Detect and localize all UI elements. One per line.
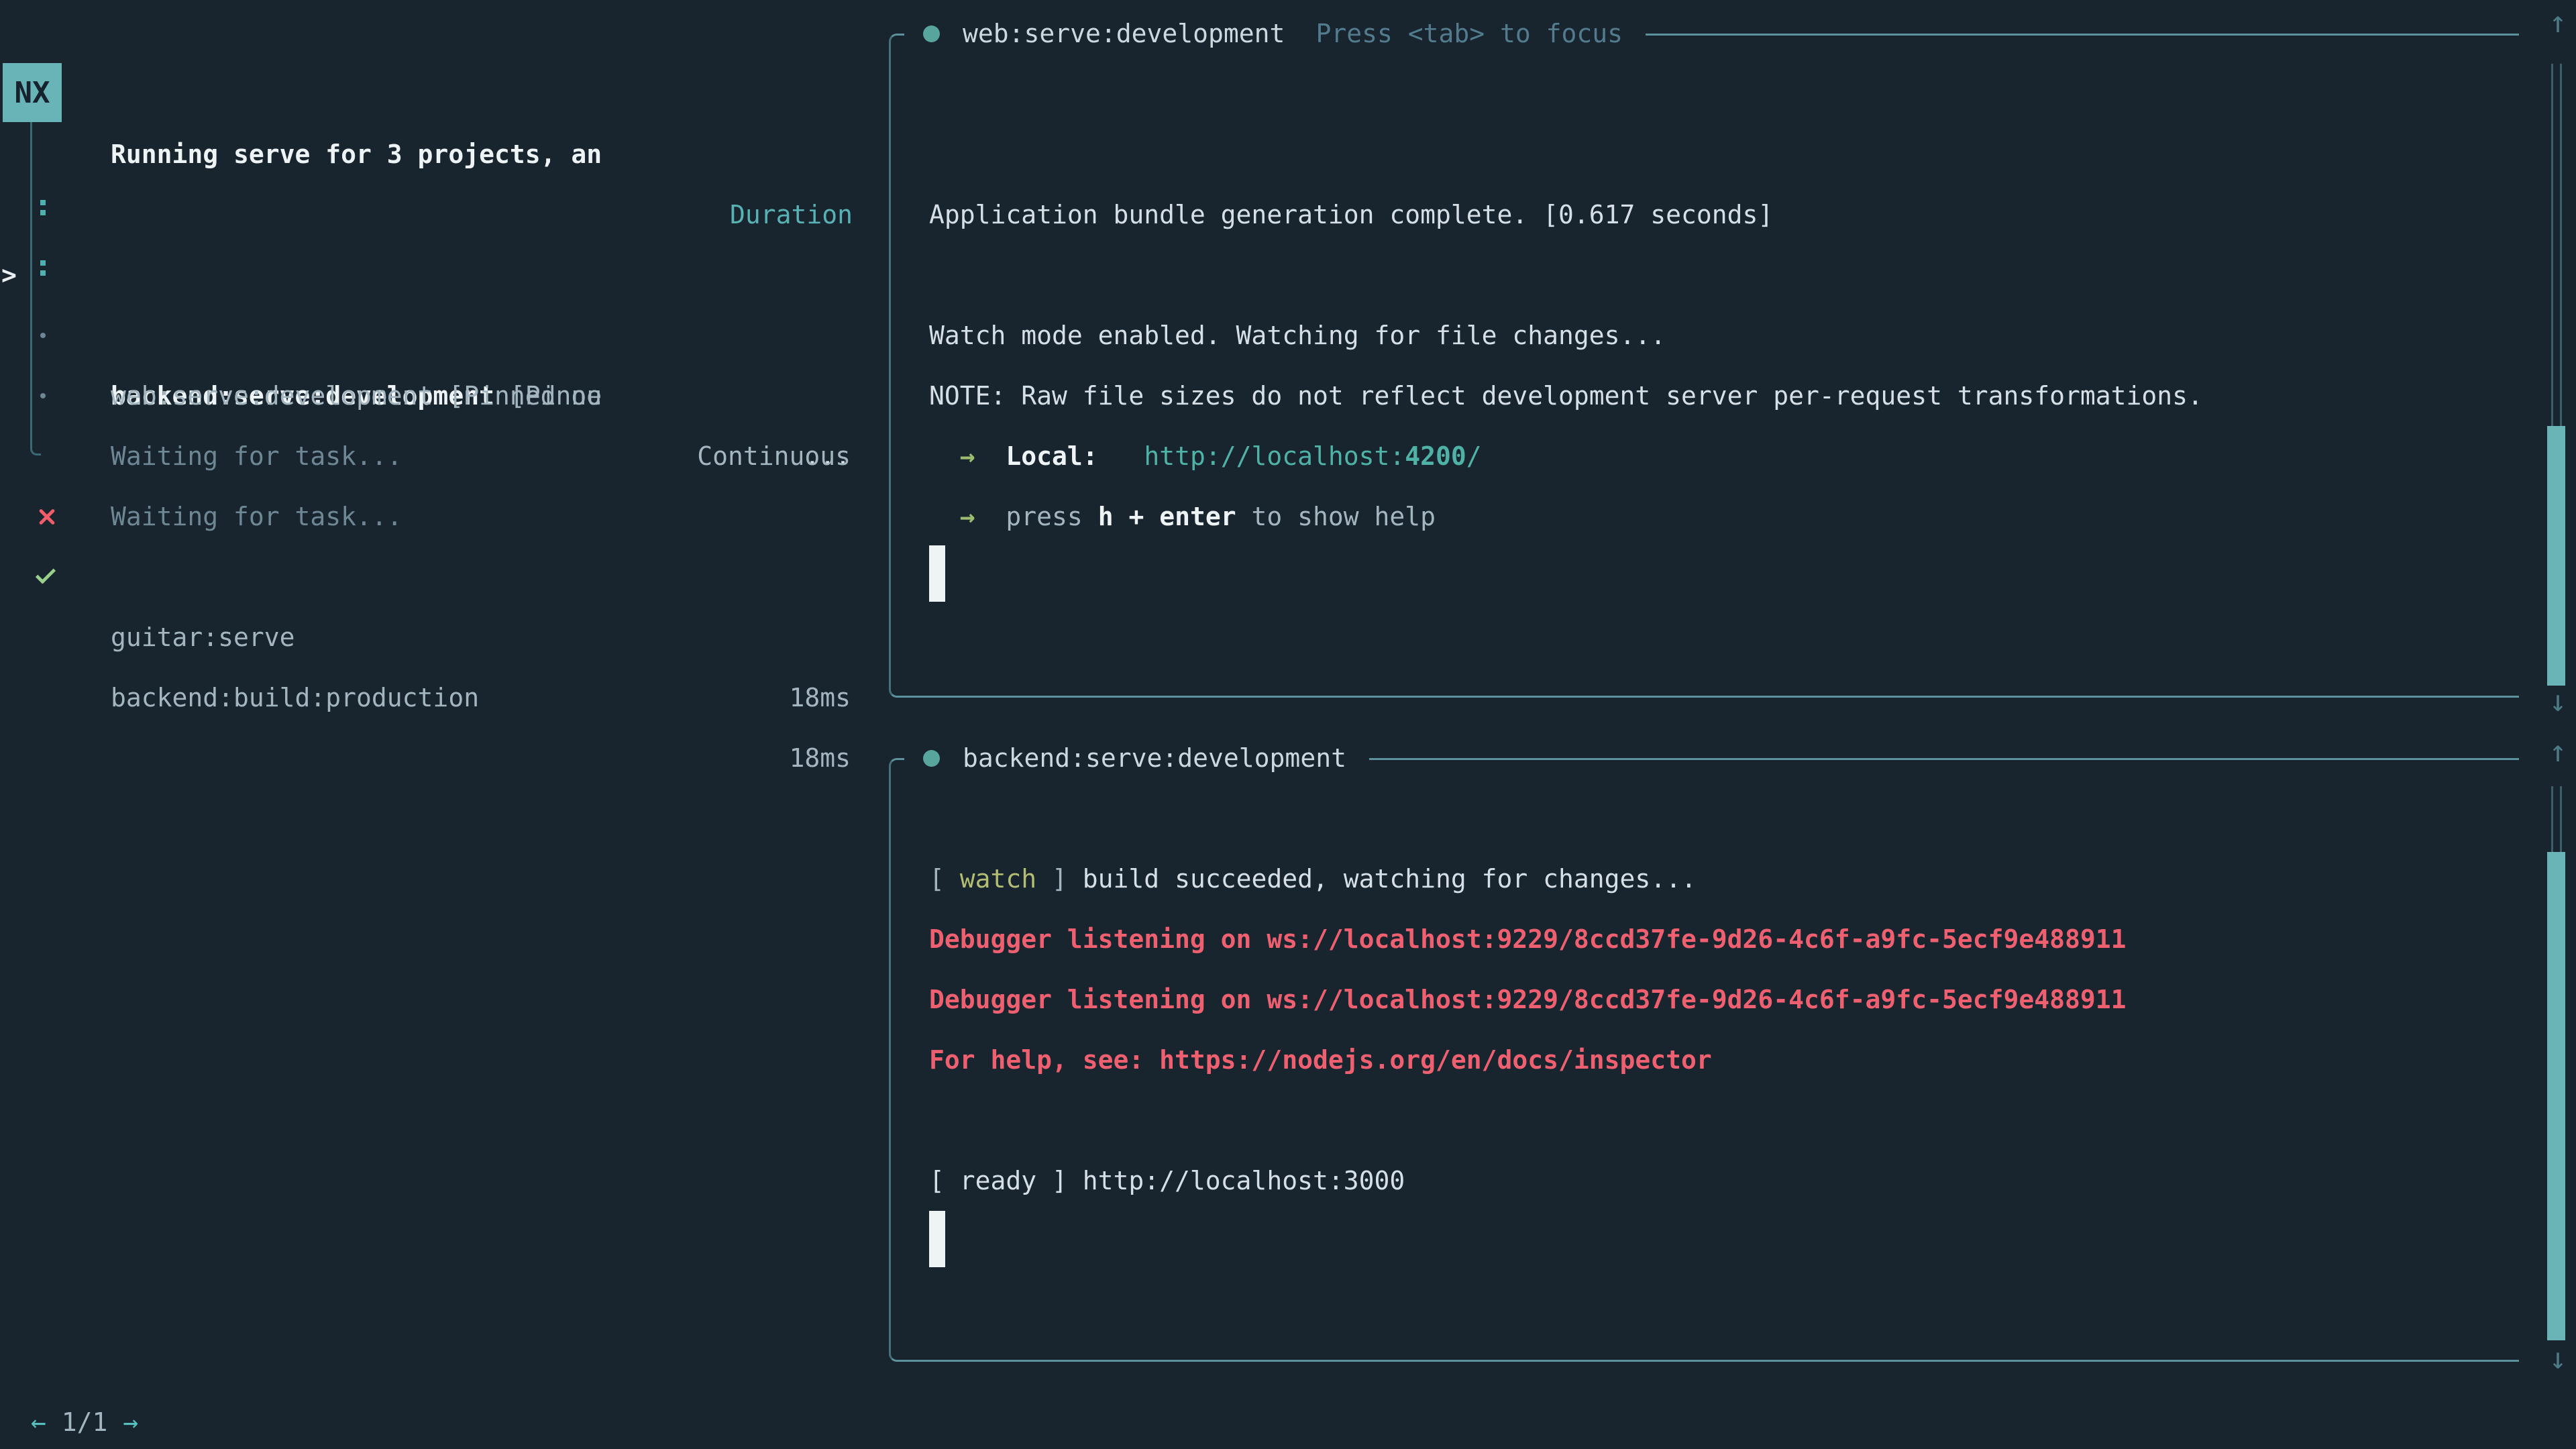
terminal-cursor (929, 1211, 945, 1267)
spinner-icon (40, 260, 46, 266)
terminal-pane-backend-serve[interactable]: backend:serve:development [ watch ] buil… (889, 758, 2519, 1362)
gap (1098, 441, 1144, 471)
indent (975, 441, 1006, 471)
task-duration-value: 18ms (789, 728, 851, 788)
failed-cross-icon (37, 506, 57, 527)
terminal-cursor (929, 545, 945, 602)
indent (929, 441, 960, 471)
terminal-line: Watch mode enabled. Watching for file ch… (929, 305, 2519, 366)
scroll-up-icon[interactable]: ↑ (2541, 735, 2575, 769)
sidebar-footer: ← 1/1 → quit: q help: ? (0, 1332, 892, 1392)
scrollbar-track[interactable] (2551, 786, 2562, 852)
pane-title: web:serve:development (963, 3, 1285, 64)
sidebar-title: Running serve for 3 projects, an (111, 124, 602, 184)
terminal-line-help: → press h + enter to show help (929, 486, 2519, 547)
bracket: ] (1036, 864, 1067, 894)
task-row-web-serve[interactable]: web:serve:development [Pinned ou Continu… (0, 245, 892, 305)
note-text: NOTE: Raw file sizes do not reflect deve… (929, 381, 2203, 411)
scroll-down-icon[interactable]: ↓ (2541, 684, 2575, 718)
terminal-line-local: → Local: http://localhost:4200/ (929, 426, 2519, 486)
pane-title-bar: backend:serve:development (904, 728, 1369, 788)
focus-hint: Press <tab> to focus (1316, 3, 1623, 64)
arrow-right-icon: → (960, 441, 975, 471)
sidebar-header: Running serve for 3 projects, an Duratio… (0, 64, 892, 124)
spacer (107, 1407, 123, 1437)
arrow-right-icon: → (960, 502, 975, 531)
pane-title-bar: web:serve:development Press <tab> to foc… (904, 3, 1646, 64)
inspector-help-text: For help, see: https://nodejs.org/en/doc… (929, 1045, 1712, 1075)
running-dot-icon (923, 750, 940, 767)
task-row-backend-serve[interactable]: > backend:serve:development [Pinne ... (0, 184, 892, 245)
terminal-line-debugger: Debugger listening on ws://localhost:922… (929, 969, 2519, 1030)
task-sidebar: NX Running serve for 3 projects, an Dura… (0, 0, 892, 1449)
task-row-waiting-2[interactable]: Waiting for task... (0, 366, 892, 426)
build-succeeded-text: build succeeded, watching for changes... (1067, 864, 1697, 894)
task-name: backend:build:production (111, 667, 479, 728)
terminal-line: NOTE: Raw file sizes do not reflect deve… (929, 366, 2519, 426)
page-indicator (46, 1407, 62, 1437)
help-suffix: to show help (1236, 502, 1436, 531)
waiting-dot-icon (40, 333, 46, 338)
task-status-value: Continuous (697, 426, 851, 486)
terminal-line-watch: [ watch ] build succeeded, watching for … (929, 849, 2519, 909)
task-name: guitar:serve (111, 607, 295, 667)
localhost-4200-link[interactable]: http://localhost: (1144, 441, 1405, 471)
localhost-4200-port[interactable]: 4200 (1405, 441, 1466, 471)
task-name: Waiting for task... (111, 426, 402, 486)
debugger-listening-text: Debugger listening on ws://localhost:922… (929, 924, 2126, 954)
pane-title: backend:serve:development (963, 728, 1346, 788)
task-row-guitar-serve[interactable]: guitar:serve 18ms (0, 486, 892, 547)
terminal-line-ready: [ ready ] http://localhost:3000 (929, 1150, 2519, 1211)
scroll-up-icon[interactable]: ↑ (2541, 5, 2575, 40)
waiting-dot-icon (40, 393, 46, 398)
running-dot-icon (923, 25, 940, 42)
prev-page-arrow-icon[interactable]: ← (31, 1407, 46, 1437)
debugger-listening-text: Debugger listening on ws://localhost:922… (929, 985, 2126, 1014)
scrollbar-thumb[interactable] (2547, 852, 2565, 1340)
bracket: [ (929, 864, 960, 894)
task-row-backend-build[interactable]: backend:build:production 18ms (0, 547, 892, 607)
pagination: ← 1/1 → (31, 1392, 138, 1449)
press-label: press (1006, 502, 1097, 531)
indent (929, 502, 960, 531)
ready-text: [ ready ] http://localhost:3000 (929, 1166, 1405, 1195)
watch-mode-text: Watch mode enabled. Watching for file ch… (929, 321, 1666, 350)
local-label: Local: (1006, 441, 1097, 471)
spinner-icon (40, 200, 46, 205)
success-check-icon (36, 564, 56, 584)
bundle-complete-text: Application bundle generation complete. … (929, 200, 1773, 229)
help-keys: h + enter (1098, 502, 1236, 531)
scrollbar-track[interactable] (2551, 64, 2562, 426)
indent (975, 502, 1006, 531)
task-row-waiting-1[interactable]: Waiting for task... (0, 305, 892, 366)
terminal-line-debugger: Debugger listening on ws://localhost:922… (929, 909, 2519, 969)
terminal-line: Application bundle generation complete. … (929, 184, 2519, 245)
scroll-down-icon[interactable]: ↓ (2541, 1342, 2575, 1376)
next-page-arrow-icon[interactable]: → (123, 1407, 138, 1437)
page-count: 1/1 (62, 1407, 108, 1437)
task-duration-value: 18ms (789, 667, 851, 728)
watch-tag: watch (960, 864, 1036, 894)
localhost-4200-slash[interactable]: / (1466, 441, 1482, 471)
scrollbar-thumb[interactable] (2547, 426, 2565, 686)
terminal-pane-web-serve[interactable]: web:serve:development Press <tab> to foc… (889, 34, 2519, 698)
terminal-line-inspector-help: For help, see: https://nodejs.org/en/doc… (929, 1030, 2519, 1090)
